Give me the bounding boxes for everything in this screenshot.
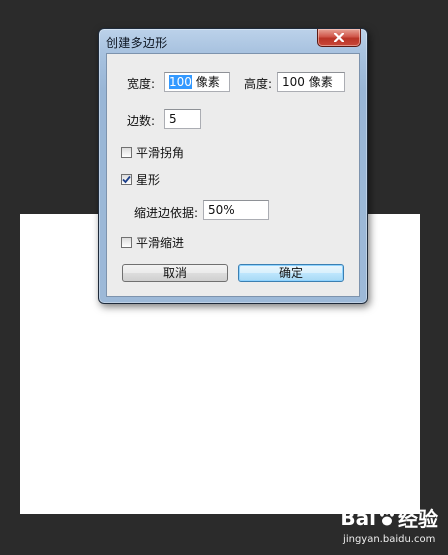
height-input[interactable]: 100 像素 [277,72,345,92]
watermark-brand-part2: 经验 [398,507,438,531]
height-label: 高度: [244,77,273,91]
close-button[interactable] [317,29,361,47]
star-checkbox[interactable] [121,174,132,185]
indent-label: 缩进边依据: [134,206,199,220]
smooth-indents-checkbox[interactable] [121,237,132,248]
dialog-title: 创建多边形 [106,36,168,50]
width-label: 宽度: [127,77,156,91]
star-label: 星形 [136,173,161,187]
watermark-brand-part1: Bai [340,505,376,530]
star-checkbox-row[interactable]: 星形 [121,171,160,188]
smooth-indents-checkbox-row[interactable]: 平滑缩进 [121,234,184,251]
ok-button[interactable]: 确定 [238,264,344,282]
checkmark-icon [122,175,131,184]
smooth-corners-checkbox[interactable] [121,147,132,158]
sides-input[interactable]: 5 [164,109,201,129]
smooth-corners-checkbox-row[interactable]: 平滑拐角 [121,144,184,161]
width-input[interactable]: 100 像素 [164,72,230,92]
sides-label: 边数: [127,114,156,128]
width-selected-text: 100 [169,75,192,89]
watermark-url: jingyan.baidu.com [343,534,436,545]
indent-input[interactable]: 50% [203,200,269,220]
smooth-corners-label: 平滑拐角 [136,146,185,160]
paw-icon [380,508,394,525]
smooth-indents-label: 平滑缩进 [136,236,185,250]
width-unit-text: 像素 [191,75,220,89]
create-polygon-dialog: 创建多边形 宽度: 100 像素 高度: 100 像素 边数: 5 平滑拐角 星… [98,28,368,304]
dialog-content: 宽度: 100 像素 高度: 100 像素 边数: 5 平滑拐角 星形 缩进边依… [106,53,360,297]
cancel-button[interactable]: 取消 [122,264,228,282]
baidu-watermark: Bai 经验 jingyan.baidu.com [340,503,438,546]
close-icon [334,33,344,42]
watermark-logo: Bai 经验 [340,503,438,532]
dialog-titlebar[interactable]: 创建多边形 [99,29,367,53]
